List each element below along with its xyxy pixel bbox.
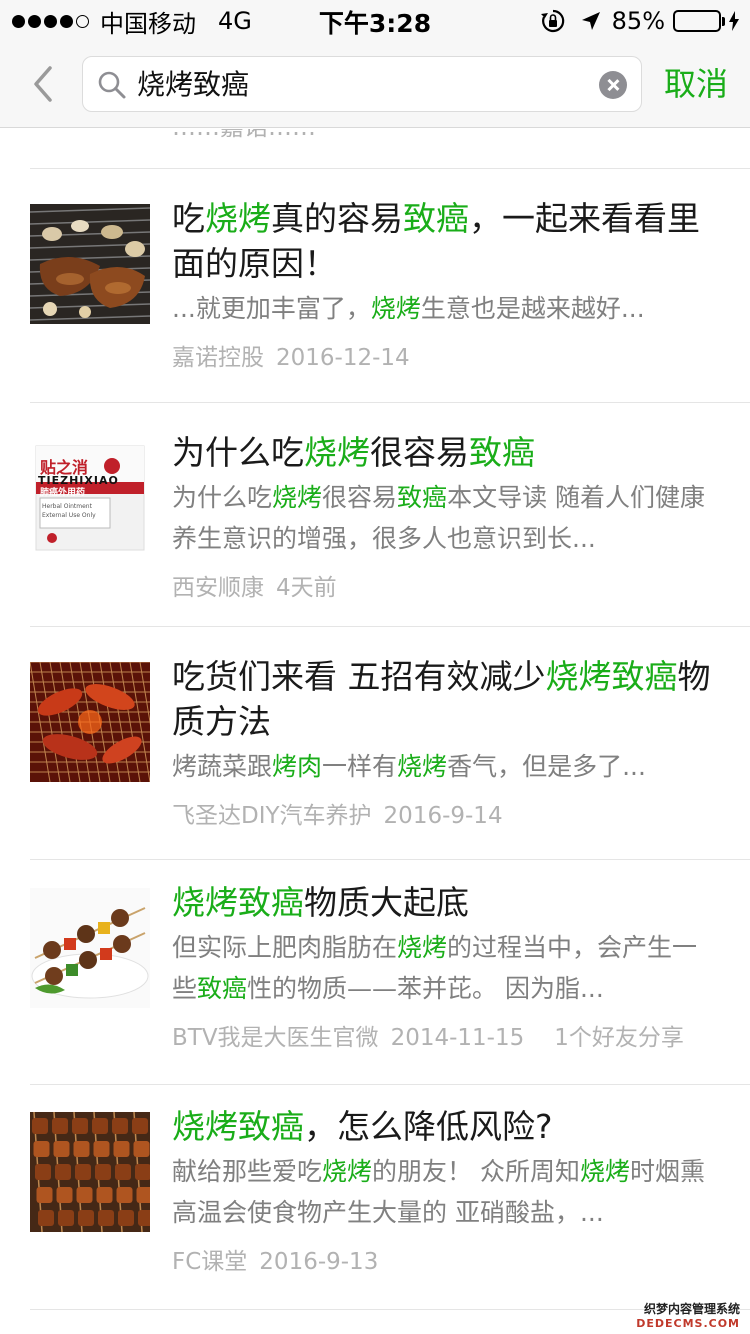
result-thumbnail [30,204,150,324]
divider [30,859,750,860]
battery-percent: 85% [611,7,665,35]
friend-share-count: 1个好友分享 [554,1025,684,1051]
divider [30,402,750,403]
thumb-red-label: 肺癌外用药 [40,488,86,498]
battery-icon [673,10,721,32]
result-content: 为什么吃烧烤很容易致癌 为什么吃烧烤很容易致癌本文导读 随着人们健康养生意识的增强… [172,430,720,605]
result-title: 吃烧烤真的容易致癌，一起来看看里面的原因！ [172,196,720,286]
status-bar: 中国移动 4G 下午3:28 85% [0,0,750,40]
location-arrow-icon [580,10,602,32]
divider [30,1084,750,1085]
partial-meta: ……嘉诺…… [172,129,316,142]
keyword-highlight: 烧烤致癌 [545,657,678,696]
result-source: 飞圣达DIY汽车养护 [172,803,372,829]
clear-icon[interactable] [599,71,627,99]
charging-bolt-icon [728,11,740,31]
text-segment: ...就更加丰富了， [172,294,371,323]
result-date: 4天前 [276,575,337,601]
thumb-small-text: Herbal Ointment External Use Only [42,503,96,519]
text-segment: 的朋友！ 众所周知 [372,1157,580,1186]
result-snippet: 但实际上肥肉脂肪在烧烤的过程当中，会产生一些致癌性的物质——苯并芘。 因为脂..… [172,927,720,1009]
divider [30,626,750,627]
result-title: 为什么吃烧烤很容易致癌 [172,430,720,475]
partial-list-item[interactable]: ……嘉诺…… [0,129,750,169]
status-indicators: 85% [540,6,740,36]
keyword-highlight: 烧烤 [579,1157,630,1186]
text-segment: ，怎么降低风险? [304,1107,553,1146]
text-segment: 一样有 [322,752,398,781]
search-input[interactable] [137,63,587,107]
result-meta: BTV我是大医生官微 2014-11-15 1个好友分享 [172,1021,720,1055]
result-thumbnail: 贴之消 TIEZHIXIAO 肺癌外用药 Herbal Ointment Ext… [30,438,150,558]
keyword-highlight: 烧烤 [397,933,448,962]
result-source: FC课堂 [172,1249,248,1275]
keyword-highlight: 烧烤 [205,199,271,238]
keyword-highlight: 烧烤 [370,294,421,323]
keyword-highlight: 致癌 [197,974,248,1003]
text-segment: 生意也是越来越好... [420,294,645,323]
result-source: BTV我是大医生官微 [172,1025,379,1051]
result-meta: FC课堂 2016-9-13 [172,1245,720,1279]
result-title: 烧烤致癌，怎么降低风险? [172,1104,720,1149]
text-segment: 献给那些爱吃 [172,1157,323,1186]
result-content: 吃货们来看 五招有效减少烧烤致癌物质方法 烤蔬菜跟烤肉一样有烧烤香气，但是多了..… [172,654,720,833]
text-segment: 真的容易 [271,199,403,238]
search-icon [97,70,127,104]
result-snippet: 为什么吃烧烤很容易致癌本文导读 随着人们健康养生意识的增强，很多人也意识到长..… [172,477,720,559]
text-segment: 很容易 [370,433,469,472]
back-button[interactable] [26,62,66,106]
keyword-highlight: 致癌 [397,483,448,512]
text-segment: 性的物质——苯并芘。 因为脂... [247,974,604,1003]
keyword-highlight: 烧烤致癌 [172,1107,304,1146]
text-segment: 香气，但是多了... [447,752,646,781]
result-date: 2016-9-13 [259,1249,379,1275]
keyword-highlight: 烧烤 [272,483,323,512]
text-segment: 很容易 [322,483,398,512]
keyword-highlight: 烧烤致癌 [172,883,304,922]
result-title: 烧烤致癌物质大起底 [172,880,720,925]
text-segment: 为什么吃 [172,483,273,512]
battery-tip [722,16,725,26]
watermark-cn: 织梦内容管理系统 [643,1302,740,1316]
search-box[interactable] [82,56,642,112]
keyword-highlight: 致癌 [469,433,535,472]
cancel-button[interactable]: 取消 [664,62,728,106]
result-meta: 嘉诺控股 2016-12-14 [172,341,720,375]
chevron-left-icon [34,66,52,102]
result-content: 烧烤致癌，怎么降低风险? 献给那些爱吃烧烤的朋友！ 众所周知烧烤时烟熏高温会使食物… [172,1104,720,1279]
divider [30,168,750,169]
result-date: 2016-12-14 [276,345,410,371]
result-date: 2014-11-15 [390,1025,525,1051]
result-content: 烧烤致癌物质大起底 但实际上肥肉脂肪在烧烤的过程当中，会产生一些致癌性的物质——苯… [172,880,720,1055]
result-date: 2016-9-14 [383,803,503,829]
text-segment: 吃 [172,199,205,238]
result-thumbnail [30,1112,150,1232]
result-snippet: ...就更加丰富了，烧烤生意也是越来越好... [172,288,720,329]
keyword-highlight: 烤肉 [272,752,323,781]
keyword-highlight: 致癌 [403,199,469,238]
result-thumbnail [30,662,150,782]
result-thumbnail [30,888,150,1008]
result-meta: 飞圣达DIY汽车养护 2016-9-14 [172,799,720,833]
result-source: 嘉诺控股 [172,345,264,371]
orientation-lock-icon [540,8,566,34]
result-snippet: 烤蔬菜跟烤肉一样有烧烤香气，但是多了... [172,746,720,787]
keyword-highlight: 烧烤 [322,1157,373,1186]
text-segment: 但实际上肥肉脂肪在 [172,933,398,962]
result-content: 吃烧烤真的容易致癌，一起来看看里面的原因！ ...就更加丰富了，烧烤生意也是越来越… [172,196,720,375]
watermark: 织梦内容管理系统 DEDECMS.COM [636,1300,740,1330]
keyword-highlight: 烧烤 [397,752,448,781]
text-segment: 吃货们来看 五招有效减少 [172,657,546,696]
watermark-en: DEDECMS.COM [636,1317,740,1330]
text-segment: 为什么吃 [172,433,304,472]
result-source: 西安顺康 [172,575,264,601]
result-snippet: 献给那些爱吃烧烤的朋友！ 众所周知烧烤时烟熏高温会使食物产生大量的 亚硝酸盐，.… [172,1151,720,1233]
text-segment: 物质大起底 [304,883,469,922]
text-segment: 烤蔬菜跟 [172,752,273,781]
keyword-highlight: 烧烤 [304,433,370,472]
result-title: 吃货们来看 五招有效减少烧烤致癌物质方法 [172,654,720,744]
search-header: 取消 [0,40,750,128]
result-meta: 西安顺康 4天前 [172,571,720,605]
